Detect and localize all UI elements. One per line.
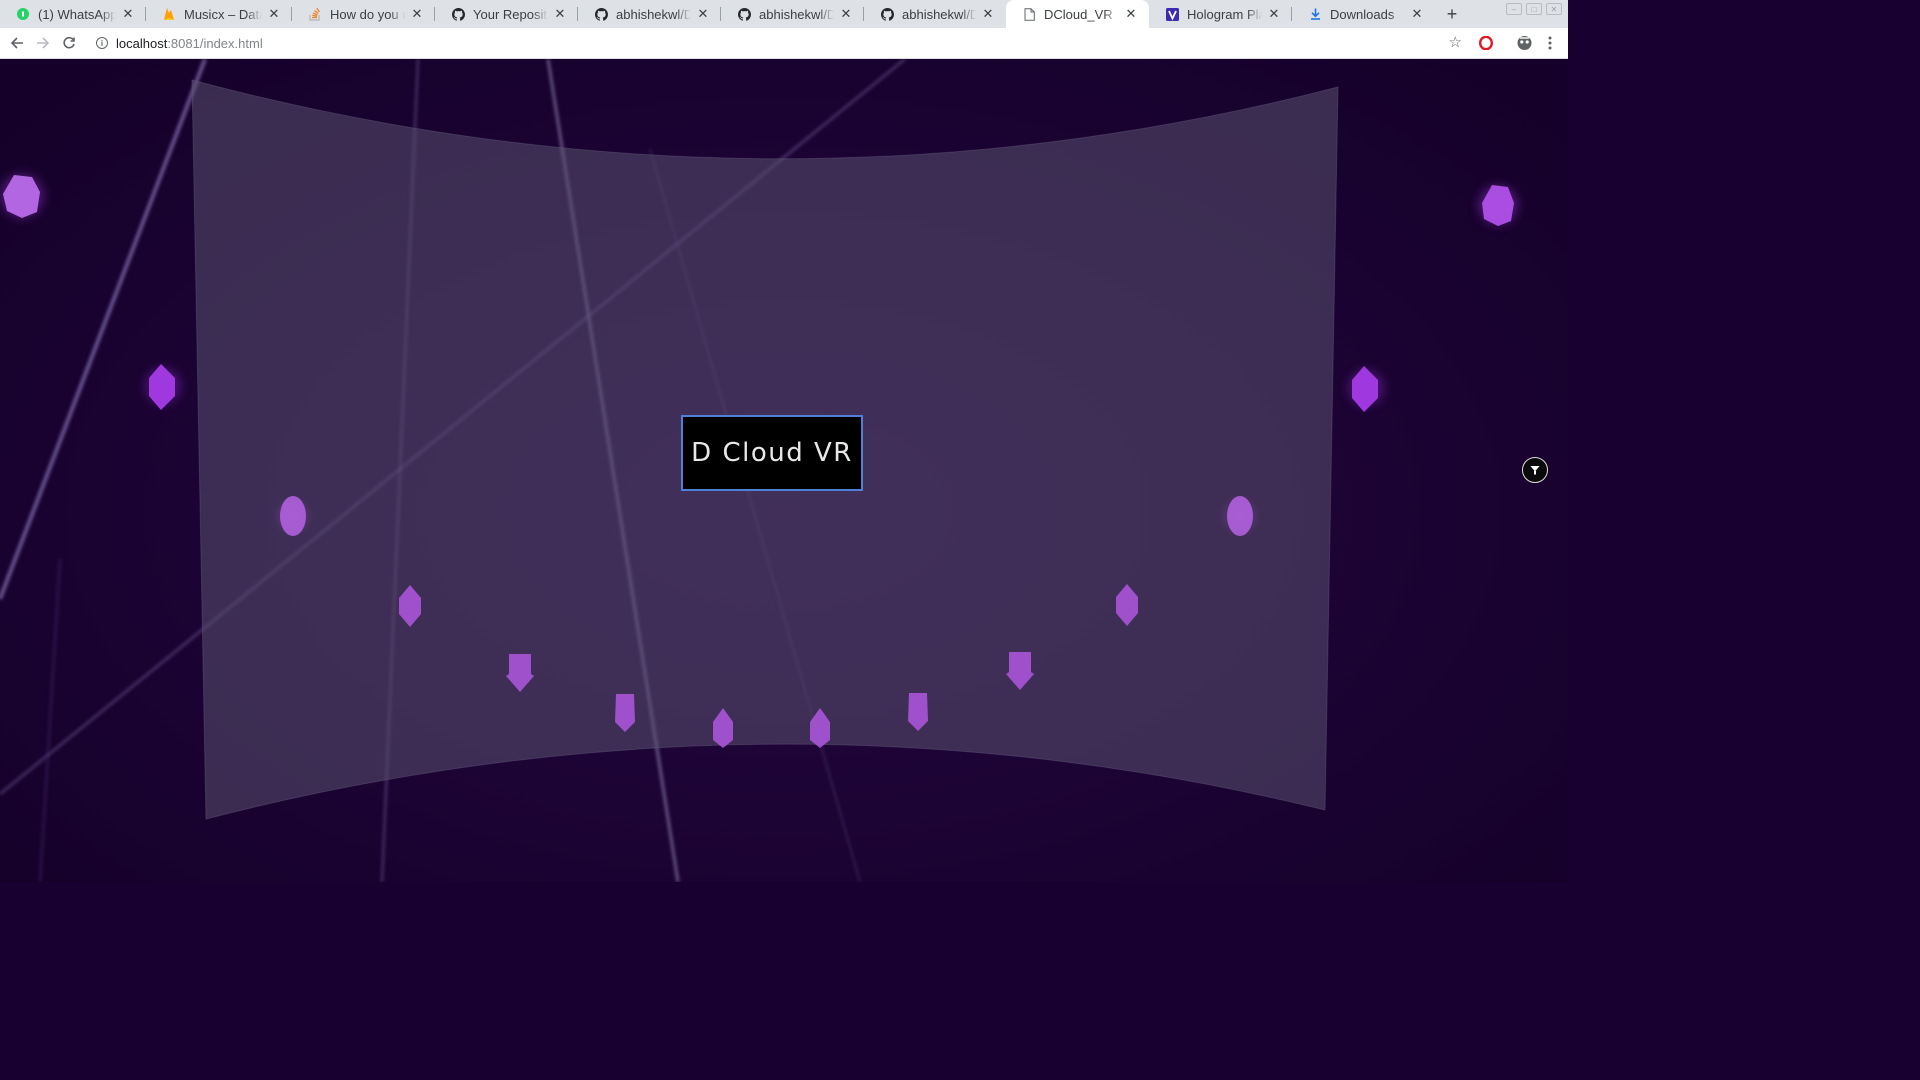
tab-title: Musicx – Database (184, 6, 262, 22)
github-icon (594, 7, 608, 21)
tab-title: abhishekwl/D-Cloud (616, 6, 691, 22)
close-icon[interactable]: ✕ (1409, 6, 1425, 22)
reload-button[interactable] (58, 32, 80, 54)
forward-arrow-icon (37, 37, 50, 49)
tab-title: Hologram Plane (1187, 6, 1262, 22)
tab-title: Downloads (1330, 6, 1395, 22)
close-icon[interactable]: ✕ (838, 6, 854, 22)
profile-avatar-icon[interactable] (1514, 33, 1534, 53)
window-controls: – □ ✕ (1506, 3, 1562, 15)
tab-downloads[interactable]: Downloads ✕ (1292, 0, 1435, 28)
minimize-icon[interactable]: – (1506, 3, 1522, 15)
tab-title: DCloud_VR (1044, 6, 1113, 22)
tab-github-dcloud[interactable]: abhishekwl/DCloud ✕ (721, 0, 864, 28)
download-icon (1308, 7, 1322, 21)
address-bar[interactable]: i localhost:8081/index.html ☆ (90, 31, 1468, 55)
bookmark-star-icon[interactable]: ☆ (1449, 33, 1462, 51)
tab-musicx[interactable]: Musicx – Database ✕ (146, 0, 292, 28)
tab-title: How do you merge (330, 6, 405, 22)
page-icon (1022, 7, 1036, 21)
info-icon[interactable]: i (96, 37, 108, 49)
browser-window: (1) WhatsApp ✕ Musicx – Database ✕ How d… (0, 0, 1568, 882)
forward-button[interactable] (32, 32, 54, 54)
github-icon (880, 7, 894, 21)
close-icon[interactable]: ✕ (409, 6, 425, 22)
tab-github-d-cloud-2[interactable]: abhishekwl/D-Cloud ✕ (864, 0, 1006, 28)
close-icon[interactable]: ✕ (1266, 6, 1282, 22)
close-window-icon[interactable]: ✕ (1546, 3, 1562, 15)
url-host: localhost (116, 35, 168, 51)
back-arrow-icon (10, 37, 23, 49)
tab-dcloud-vr[interactable]: DCloud_VR ✕ (1006, 0, 1149, 28)
orb (145, 364, 181, 410)
maximize-icon[interactable]: □ (1526, 3, 1542, 15)
stackoverflow-icon (308, 7, 322, 21)
close-icon[interactable]: ✕ (552, 6, 568, 22)
new-tab-button[interactable]: + (1443, 4, 1461, 24)
orb (1348, 366, 1384, 412)
back-button[interactable] (6, 32, 28, 54)
orb (0, 174, 44, 218)
close-icon[interactable]: ✕ (266, 6, 282, 22)
reload-icon (63, 36, 75, 49)
tab-hologram-plane[interactable]: Hologram Plane ✕ (1149, 0, 1292, 28)
url-path: :8081/index.html (167, 35, 263, 51)
close-icon[interactable]: ✕ (980, 6, 996, 22)
tab-title: Your Repositories (473, 6, 548, 22)
vr-scene[interactable]: D Cloud VR (0, 59, 1568, 882)
light-ray (0, 59, 207, 600)
github-icon (451, 7, 465, 21)
close-icon[interactable]: ✕ (1123, 6, 1139, 22)
orb (1478, 185, 1518, 226)
tab-whatsapp[interactable]: (1) WhatsApp ✕ (0, 0, 146, 28)
tab-repositories[interactable]: Your Repositories ✕ (435, 0, 578, 28)
github-icon (737, 7, 751, 21)
light-ray (38, 558, 62, 882)
close-icon[interactable]: ✕ (120, 6, 136, 22)
tab-title: abhishekwl/DCloud (759, 6, 834, 22)
tab-github-d-cloud[interactable]: abhishekwl/D-Cloud ✕ (578, 0, 721, 28)
v-logo-icon (1165, 7, 1179, 21)
opera-extension-icon[interactable] (1476, 33, 1496, 53)
firebase-icon (162, 7, 176, 21)
tab-title: (1) WhatsApp (38, 6, 116, 22)
tab-stackoverflow[interactable]: How do you merge ✕ (292, 0, 435, 28)
tab-title: abhishekwl/D-Cloud (902, 6, 976, 22)
whatsapp-icon (16, 7, 30, 21)
browser-toolbar: i localhost:8081/index.html ☆ (0, 28, 1568, 59)
vr-cursor-icon[interactable] (1522, 457, 1548, 483)
menu-kebab-icon[interactable] (1540, 33, 1560, 53)
tab-strip: (1) WhatsApp ✕ Musicx – Database ✕ How d… (0, 0, 1568, 28)
close-icon[interactable]: ✕ (695, 6, 711, 22)
scene-title-button[interactable]: D Cloud VR (681, 415, 863, 491)
